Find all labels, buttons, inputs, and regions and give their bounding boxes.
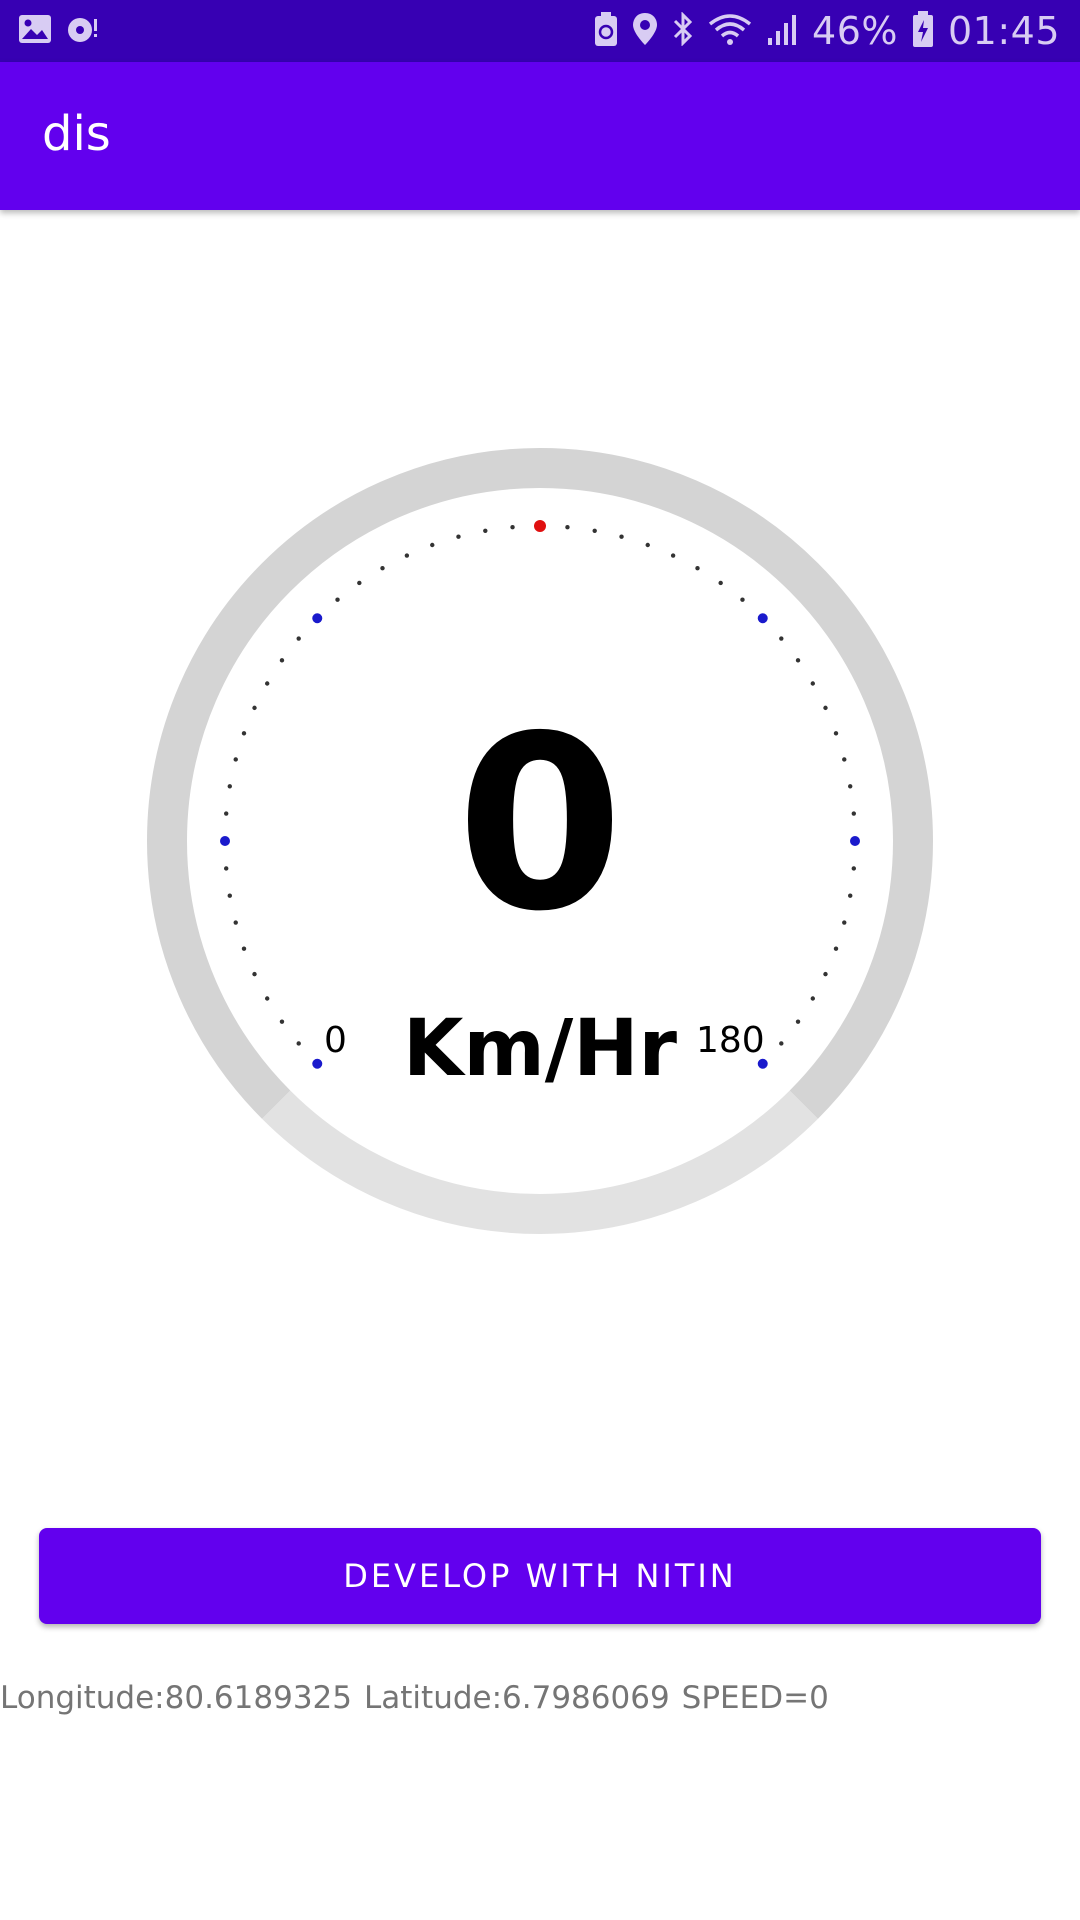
gauge-tick-minor xyxy=(833,731,839,736)
latitude-text: Latitude:6.7986069 xyxy=(364,1680,670,1716)
gauge-tick-minor xyxy=(842,757,847,762)
speed-unit: Km/Hr xyxy=(403,1004,677,1094)
battery-icon xyxy=(912,11,934,51)
gauge-tick-minor xyxy=(357,580,362,586)
status-left-icons xyxy=(18,14,100,48)
gauge-tick-minor xyxy=(823,705,828,711)
gauge-tick-minor xyxy=(810,681,815,686)
gauge-tick-minor xyxy=(241,731,247,736)
gauge-tick-minor xyxy=(252,971,257,977)
gauge-tick-minor xyxy=(279,1019,285,1024)
app-title: dis xyxy=(42,106,111,162)
speed-value: 0 xyxy=(456,684,624,964)
status-bar: 46% 01:45 xyxy=(0,0,1080,62)
gauge-tick-minor xyxy=(265,996,270,1001)
gauge-tick-minor xyxy=(233,757,238,762)
gauge-tick-top xyxy=(534,520,546,532)
gauge-tick-minor xyxy=(335,597,340,602)
gauge-tick-minor xyxy=(296,1041,301,1046)
gauge-min-label: 0 xyxy=(324,1020,347,1061)
gauge-tick-minor xyxy=(795,658,801,663)
develop-with-nitin-button[interactable]: DEVELOP WITH NITIN xyxy=(39,1528,1041,1624)
clock: 01:45 xyxy=(947,9,1060,53)
gauge-tick-minor xyxy=(592,528,597,533)
gauge-tick-minor xyxy=(227,893,232,898)
gauge-tick-minor xyxy=(265,681,270,686)
gauge-tick-minor xyxy=(851,811,857,816)
gauge-tick-minor xyxy=(848,784,853,789)
gauge-tick-minor xyxy=(833,946,839,951)
gauge-tick-minor xyxy=(779,1041,784,1046)
status-right-icons: 46% 01:45 xyxy=(594,9,1060,53)
gauge-tick-minor xyxy=(233,920,238,925)
gauge-tick-minor xyxy=(223,811,229,816)
speed-text: SPEED=0 xyxy=(681,1680,829,1716)
gauge-tick-minor xyxy=(851,866,857,871)
gauge-tick-minor xyxy=(404,553,410,558)
location-readout: Longitude:80.6189325 Latitude:6.7986069 SP… xyxy=(0,1680,841,1716)
gallery-icon xyxy=(18,14,52,48)
gauge-tick-minor xyxy=(380,566,385,571)
gauge-tick-minor xyxy=(296,636,301,641)
gauge-tick-major xyxy=(220,836,230,846)
gauge-tick-minor xyxy=(740,597,745,602)
gauge-tick-minor xyxy=(842,920,847,925)
gauge-tick-major xyxy=(312,613,323,624)
gauge-tick-major xyxy=(757,613,768,624)
gauge-tick-major xyxy=(312,1058,323,1069)
gauge-tick-minor xyxy=(483,528,488,533)
gauge-tick-minor xyxy=(823,971,828,977)
gauge-tick-minor xyxy=(279,658,285,663)
gauge-bottom-arc xyxy=(262,1090,818,1234)
bluetooth-icon xyxy=(672,11,694,50)
gauge-tick-minor xyxy=(252,705,257,711)
wifi-icon xyxy=(708,12,752,50)
speedometer: 0 Km/Hr 0 180 xyxy=(0,210,1080,1310)
gauge-tick-minor xyxy=(695,566,700,571)
gauge-tick-minor xyxy=(619,534,624,539)
gauge-tick-minor xyxy=(645,542,650,548)
gauge-tick-minor xyxy=(810,996,815,1001)
gauge-max-label: 180 xyxy=(696,1020,765,1061)
gauge-tick-minor xyxy=(779,636,784,641)
gauge-tick-minor xyxy=(718,580,723,586)
gauge-tick-minor xyxy=(430,542,435,548)
gauge-tick-minor xyxy=(670,553,676,558)
gauge-tick-minor xyxy=(241,946,247,951)
longitude-text: Longitude:80.6189325 xyxy=(0,1680,352,1716)
gauge-tick-minor xyxy=(565,524,570,530)
location-icon xyxy=(632,12,658,50)
app-bar: dis xyxy=(0,62,1080,210)
gauge-tick-minor xyxy=(456,534,461,539)
gauge-tick-major xyxy=(850,836,860,846)
music-notification-icon xyxy=(66,14,100,48)
gauge-tick-minor xyxy=(510,524,515,530)
gauge-tick-minor xyxy=(795,1019,801,1024)
gauge-tick-minor xyxy=(227,784,232,789)
battery-percent: 46% xyxy=(812,9,898,53)
gauge-tick-minor xyxy=(848,893,853,898)
gauge-tick-minor xyxy=(223,866,229,871)
battery-saver-icon xyxy=(594,12,618,50)
signal-icon xyxy=(766,12,798,50)
